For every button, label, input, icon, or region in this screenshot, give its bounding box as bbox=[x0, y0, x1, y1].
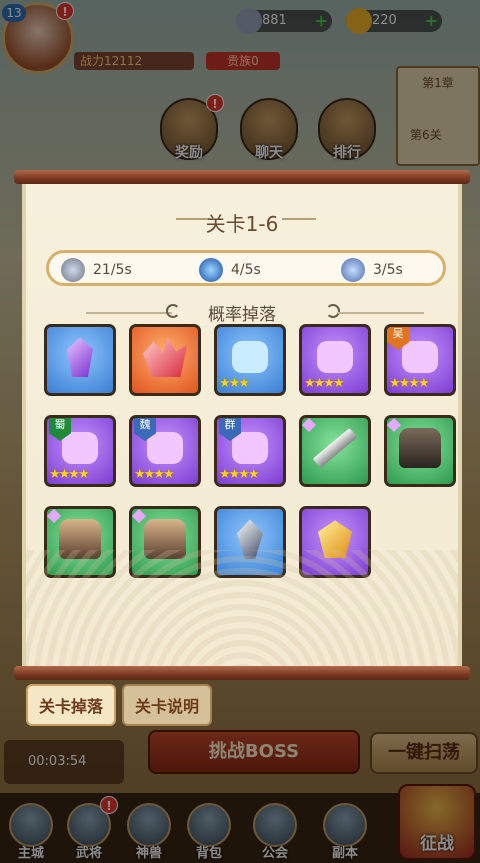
coin-rate-value: 21/5s bbox=[93, 262, 132, 278]
puzzle-fragment-icon bbox=[402, 341, 438, 374]
scroll-paper: 关卡1-6 21/5s 4/5s 3/5s 概率掉落 ★★★ ★★★★ 吴 ★★… bbox=[22, 180, 462, 670]
coin-icon bbox=[61, 258, 85, 282]
title-ornament-right bbox=[282, 218, 316, 224]
item-stars: ★★★★ bbox=[304, 376, 345, 391]
drop-item[interactable] bbox=[299, 506, 371, 578]
drop-item[interactable] bbox=[44, 506, 116, 578]
puzzle-fragment-icon bbox=[62, 432, 98, 465]
cloak-armor-icon bbox=[59, 519, 101, 560]
exp-rate: 3/5s bbox=[341, 258, 403, 282]
section-divider-right bbox=[338, 312, 424, 314]
drop-item[interactable] bbox=[299, 415, 371, 487]
item-stars: ★★★★ bbox=[49, 467, 90, 482]
drop-item[interactable] bbox=[384, 415, 456, 487]
orb-rate: 4/5s bbox=[199, 258, 261, 282]
item-stars: ★★★ bbox=[219, 376, 250, 391]
coin-rate: 21/5s bbox=[61, 258, 132, 282]
stage-rates-bar: 21/5s 4/5s 3/5s bbox=[46, 250, 446, 286]
red-crystal-icon bbox=[143, 337, 187, 378]
gem-marker-icon bbox=[47, 509, 62, 524]
drop-item[interactable] bbox=[214, 506, 286, 578]
modal-title: 关卡1-6 bbox=[205, 212, 279, 236]
orb-icon bbox=[199, 258, 223, 282]
drop-item[interactable] bbox=[129, 506, 201, 578]
gold-crystal-icon bbox=[318, 520, 352, 559]
section-ornament-right bbox=[326, 304, 340, 318]
armor-icon bbox=[399, 428, 441, 469]
tab-stage-drops[interactable]: 关卡掉落 bbox=[26, 684, 116, 726]
scroll-rod-top bbox=[14, 170, 470, 184]
exp-icon bbox=[341, 258, 365, 282]
sword-icon bbox=[312, 428, 358, 469]
purple-crystal-icon bbox=[67, 337, 93, 378]
scroll-rod-bottom bbox=[14, 666, 470, 680]
boots-armor-icon bbox=[144, 519, 186, 560]
exp-rate-value: 3/5s bbox=[373, 262, 403, 278]
drop-item[interactable]: ★★★ bbox=[214, 324, 286, 396]
item-stars: ★★★★ bbox=[134, 467, 175, 482]
drop-item[interactable]: 吴 ★★★★ bbox=[384, 324, 456, 396]
drop-item[interactable] bbox=[129, 324, 201, 396]
tab-stage-info[interactable]: 关卡说明 bbox=[122, 684, 212, 726]
item-stars: ★★★★ bbox=[219, 467, 260, 482]
drop-item[interactable]: ★★★★ bbox=[299, 324, 371, 396]
orb-rate-value: 4/5s bbox=[231, 262, 261, 278]
drop-item[interactable]: 蜀 ★★★★ bbox=[44, 415, 116, 487]
stage-drops-modal: 关卡1-6 21/5s 4/5s 3/5s 概率掉落 ★★★ ★★★★ 吴 ★★… bbox=[14, 170, 470, 680]
item-stars: ★★★★ bbox=[389, 376, 430, 391]
gem-marker-icon bbox=[302, 418, 317, 433]
puzzle-fragment-icon bbox=[232, 341, 268, 374]
gem-marker-icon bbox=[132, 509, 147, 524]
puzzle-fragment-icon bbox=[317, 341, 353, 374]
puzzle-fragment-icon bbox=[147, 432, 183, 465]
drop-item[interactable]: 魏 ★★★★ bbox=[129, 415, 201, 487]
puzzle-fragment-icon bbox=[232, 432, 268, 465]
ice-crystal-icon bbox=[237, 519, 263, 560]
drop-item[interactable] bbox=[44, 324, 116, 396]
gem-marker-icon bbox=[387, 418, 402, 433]
drop-item[interactable]: 群 ★★★★ bbox=[214, 415, 286, 487]
